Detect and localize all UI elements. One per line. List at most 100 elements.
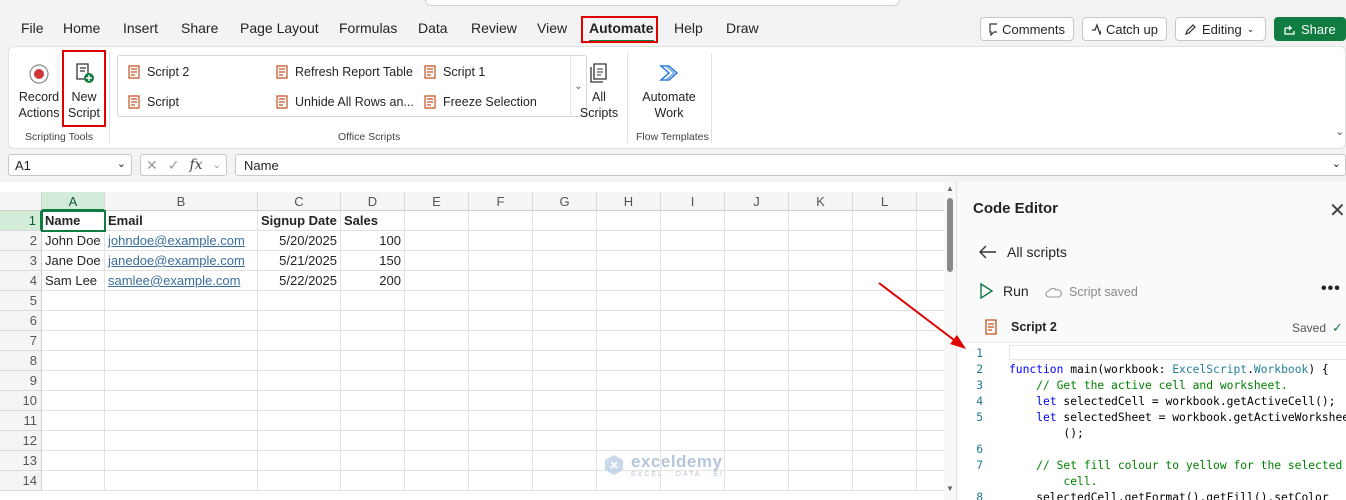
row-header[interactable]: 5 — [0, 291, 42, 311]
row-header[interactable]: 7 — [0, 331, 42, 351]
empty-cell[interactable] — [725, 331, 789, 351]
empty-cell[interactable] — [853, 231, 917, 251]
empty-cell[interactable] — [853, 471, 917, 491]
empty-cell[interactable] — [917, 431, 944, 451]
all-scripts-button[interactable]: All Scripts — [577, 61, 621, 121]
empty-cell[interactable] — [405, 431, 469, 451]
empty-cell[interactable] — [105, 431, 258, 451]
scrollbar-thumb[interactable] — [947, 198, 953, 272]
empty-cell[interactable] — [405, 331, 469, 351]
empty-cell[interactable] — [533, 471, 597, 491]
vertical-scrollbar[interactable]: ▲ ▼ — [944, 182, 956, 500]
search-box-stub[interactable] — [425, 0, 900, 6]
column-header-b[interactable]: B — [105, 192, 258, 211]
close-icon[interactable]: ✕ — [1329, 198, 1346, 223]
empty-cell[interactable] — [105, 391, 258, 411]
empty-cell[interactable] — [405, 271, 469, 291]
empty-cell[interactable] — [789, 231, 853, 251]
empty-cell[interactable] — [917, 451, 944, 471]
empty-cell[interactable] — [725, 251, 789, 271]
empty-cell[interactable] — [533, 451, 597, 471]
empty-cell[interactable] — [533, 231, 597, 251]
empty-cell[interactable] — [405, 311, 469, 331]
empty-cell[interactable] — [917, 271, 944, 291]
empty-cell[interactable] — [597, 431, 661, 451]
empty-cell[interactable] — [533, 331, 597, 351]
empty-cell[interactable] — [405, 391, 469, 411]
tab-share[interactable]: Share — [181, 20, 218, 36]
empty-cell[interactable] — [469, 311, 533, 331]
empty-cell[interactable] — [469, 251, 533, 271]
empty-cell[interactable] — [469, 391, 533, 411]
name-box[interactable]: A1 ⌄ — [8, 154, 132, 176]
gallery-item-script[interactable]: Script — [126, 94, 179, 110]
catch-up-button[interactable]: Catch up — [1082, 17, 1167, 41]
tab-review[interactable]: Review — [471, 20, 517, 36]
empty-cell[interactable] — [597, 331, 661, 351]
empty-cell[interactable] — [853, 371, 917, 391]
empty-cell[interactable] — [789, 271, 853, 291]
empty-cell[interactable] — [533, 351, 597, 371]
spreadsheet-grid[interactable]: A B C D E F G H I J K L 1 2 3 4 5 6 7 8 9 10 11 12 1… — [0, 182, 944, 500]
empty-cell[interactable] — [853, 351, 917, 371]
empty-cell[interactable] — [341, 431, 405, 451]
empty-cell[interactable] — [661, 391, 725, 411]
row-header[interactable]: 1 — [0, 211, 42, 231]
automate-work-button[interactable]: Automate Work — [635, 61, 703, 121]
empty-cell[interactable] — [42, 311, 105, 331]
empty-cell[interactable] — [661, 311, 725, 331]
empty-cell[interactable] — [853, 331, 917, 351]
cell-d2[interactable]: 100 — [341, 231, 405, 251]
cell-b1[interactable]: Email — [105, 211, 258, 231]
empty-cell[interactable] — [469, 351, 533, 371]
column-header-m[interactable] — [917, 192, 944, 211]
empty-cell[interactable] — [405, 371, 469, 391]
empty-cell[interactable] — [789, 331, 853, 351]
empty-cell[interactable] — [661, 371, 725, 391]
record-actions-button[interactable]: Record Actions — [13, 63, 65, 121]
empty-cell[interactable] — [105, 351, 258, 371]
tab-home[interactable]: Home — [63, 20, 100, 36]
cell-d4[interactable]: 200 — [341, 271, 405, 291]
cell-a1[interactable]: Name — [41, 210, 106, 232]
empty-cell[interactable] — [42, 291, 105, 311]
empty-cell[interactable] — [661, 351, 725, 371]
cell-c4[interactable]: 5/22/2025 — [258, 271, 341, 291]
cell-c3[interactable]: 5/21/2025 — [258, 251, 341, 271]
empty-cell[interactable] — [105, 311, 258, 331]
row-header[interactable]: 4 — [0, 271, 42, 291]
tab-help[interactable]: Help — [674, 20, 703, 36]
column-header-a[interactable]: A — [42, 192, 105, 211]
column-header-l[interactable]: L — [853, 192, 917, 211]
more-options-icon[interactable]: ••• — [1321, 280, 1341, 298]
empty-cell[interactable] — [789, 251, 853, 271]
code-editor[interactable]: 1 2 3 4 5 6 7 8 function main(workbook: … — [957, 342, 1346, 500]
empty-cell[interactable] — [533, 311, 597, 331]
empty-cell[interactable] — [469, 231, 533, 251]
empty-cell[interactable] — [661, 251, 725, 271]
empty-cell[interactable] — [258, 471, 341, 491]
empty-cell[interactable] — [341, 451, 405, 471]
empty-cell[interactable] — [661, 411, 725, 431]
empty-cell[interactable] — [597, 271, 661, 291]
empty-cell[interactable] — [533, 291, 597, 311]
column-header-j[interactable]: J — [725, 192, 789, 211]
empty-cell[interactable] — [597, 311, 661, 331]
empty-cell[interactable] — [533, 251, 597, 271]
empty-cell[interactable] — [725, 311, 789, 331]
empty-cell[interactable] — [469, 271, 533, 291]
empty-cell[interactable] — [405, 211, 469, 231]
row-header[interactable]: 2 — [0, 231, 42, 251]
tab-file[interactable]: File — [21, 20, 44, 36]
check-icon[interactable]: ✓ — [168, 157, 180, 174]
empty-cell[interactable] — [725, 431, 789, 451]
cell-b2[interactable]: johndoe@example.com — [105, 231, 258, 251]
comments-button[interactable]: Comments — [980, 17, 1074, 41]
cell-b3[interactable]: janedoe@example.com — [105, 251, 258, 271]
row-header[interactable]: 14 — [0, 471, 42, 491]
empty-cell[interactable] — [917, 311, 944, 331]
empty-cell[interactable] — [405, 231, 469, 251]
empty-cell[interactable] — [469, 471, 533, 491]
empty-cell[interactable] — [42, 331, 105, 351]
empty-cell[interactable] — [405, 351, 469, 371]
